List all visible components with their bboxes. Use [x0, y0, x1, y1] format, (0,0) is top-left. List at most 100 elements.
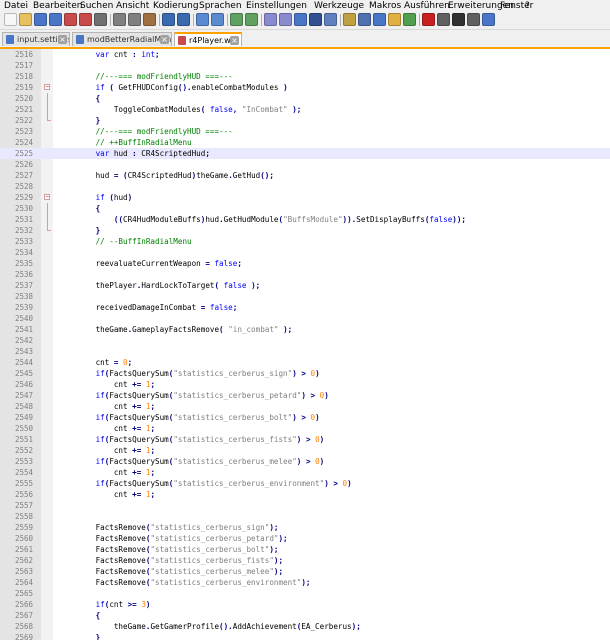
open-file-icon[interactable]	[19, 13, 32, 26]
run-macro-multiple-icon[interactable]	[467, 13, 480, 26]
save-icon[interactable]	[34, 13, 47, 26]
zoom-in-icon[interactable]	[230, 13, 243, 26]
code-line[interactable]: 2530 {	[0, 203, 610, 214]
code-line[interactable]: 2560 FactsRemove("statistics_cerberus_pe…	[0, 533, 610, 544]
redo-icon[interactable]	[177, 13, 190, 26]
code-line[interactable]: 2558	[0, 511, 610, 522]
code-line[interactable]: 2545 if(FactsQuerySum("statistics_cerber…	[0, 368, 610, 379]
code-line[interactable]: 2546 cnt += 1;	[0, 379, 610, 390]
folder-as-workspace-icon[interactable]	[388, 13, 401, 26]
code-line[interactable]: 2562 FactsRemove("statistics_cerberus_fi…	[0, 555, 610, 566]
code-line[interactable]: 2517	[0, 60, 610, 71]
doc-map-icon[interactable]	[358, 13, 371, 26]
play-macro-icon[interactable]	[452, 13, 465, 26]
stop-recording-icon[interactable]	[437, 13, 450, 26]
sync-horizontal-icon[interactable]	[279, 13, 292, 26]
fold-toggle-icon[interactable]: −	[44, 194, 50, 200]
paste-icon[interactable]	[143, 13, 156, 26]
function-list-icon[interactable]	[373, 13, 386, 26]
zoom-out-icon[interactable]	[245, 13, 258, 26]
code-line[interactable]: 2534	[0, 247, 610, 258]
menu-item[interactable]: Werkzeuge	[314, 0, 364, 12]
code-line[interactable]: 2536	[0, 269, 610, 280]
code-line[interactable]: 2553 if(FactsQuerySum("statistics_cerber…	[0, 456, 610, 467]
code-line[interactable]: 2531 ((CR4HudModuleBuffs)hud.GetHudModul…	[0, 214, 610, 225]
find-icon[interactable]	[196, 13, 209, 26]
tab-file[interactable]: modBetterRadialMenu.xml×	[72, 32, 172, 46]
close-icon[interactable]	[64, 13, 77, 26]
code-line[interactable]: 2532 }	[0, 225, 610, 236]
undo-icon[interactable]	[162, 13, 175, 26]
menu-item[interactable]: Sprachen	[199, 0, 242, 12]
code-line[interactable]: 2543	[0, 346, 610, 357]
code-line[interactable]: 2555 if(FactsQuerySum("statistics_cerber…	[0, 478, 610, 489]
code-line[interactable]: 2540	[0, 313, 610, 324]
code-line[interactable]: 2538	[0, 291, 610, 302]
user-language-icon[interactable]	[343, 13, 356, 26]
code-line[interactable]: 2521 ToggleCombatModules( false, "InComb…	[0, 104, 610, 115]
code-line[interactable]: 2525 var hud : CR4ScriptedHud;	[0, 148, 610, 159]
code-line[interactable]: 2548 cnt += 1;	[0, 401, 610, 412]
code-editor[interactable]: 2516 var cnt : int; 2517 2518 //---=== mod…	[0, 49, 610, 640]
code-line[interactable]: 2559 FactsRemove("statistics_cerberus_si…	[0, 522, 610, 533]
record-macro-icon[interactable]	[422, 13, 435, 26]
word-wrap-icon[interactable]	[294, 13, 307, 26]
code-line[interactable]: 2564 FactsRemove("statistics_cerberus_en…	[0, 577, 610, 588]
menu-item[interactable]: Bearbeiten	[33, 0, 82, 12]
code-line[interactable]: 2544 cnt = 0;	[0, 357, 610, 368]
menu-item[interactable]: Ansicht	[116, 0, 149, 12]
code-line[interactable]: 2542	[0, 335, 610, 346]
fold-toggle-icon[interactable]: −	[44, 84, 50, 90]
code-line[interactable]: 2563 FactsRemove("statistics_cerberus_me…	[0, 566, 610, 577]
code-line[interactable]: 2524 // ++BuffInRadialMenu	[0, 137, 610, 148]
save-macro-icon[interactable]	[482, 13, 495, 26]
sync-vertical-icon[interactable]	[264, 13, 277, 26]
code-line[interactable]: 2547 if(FactsQuerySum("statistics_cerber…	[0, 390, 610, 401]
code-line[interactable]: 2522 }	[0, 115, 610, 126]
code-line[interactable]: 2549 if(FactsQuerySum("statistics_cerber…	[0, 412, 610, 423]
menu-item[interactable]: Einstellungen	[246, 0, 307, 12]
code-line[interactable]: 2550 cnt += 1;	[0, 423, 610, 434]
menu-item[interactable]: Kodierung	[153, 0, 199, 12]
code-line[interactable]: 2539 receivedDamageInCombat = false;	[0, 302, 610, 313]
indent-guide-icon[interactable]	[324, 13, 337, 26]
print-icon[interactable]	[94, 13, 107, 26]
code-line[interactable]: 2535 reevaluateCurrentWeapon = false;	[0, 258, 610, 269]
code-line[interactable]: 2565	[0, 588, 610, 599]
close-all-icon[interactable]	[79, 13, 92, 26]
code-line[interactable]: 2557	[0, 500, 610, 511]
code-line[interactable]: 2554 cnt += 1;	[0, 467, 610, 478]
code-line[interactable]: 2516 var cnt : int;	[0, 49, 610, 60]
code-line[interactable]: 2529 − if (hud)	[0, 192, 610, 203]
code-line[interactable]: 2551 if(FactsQuerySum("statistics_cerber…	[0, 434, 610, 445]
menu-item[interactable]: Makros	[369, 0, 401, 12]
monitoring-icon[interactable]	[403, 13, 416, 26]
code-line[interactable]: 2556 cnt += 1;	[0, 489, 610, 500]
tab-file[interactable]: r4Player.ws ×	[174, 32, 242, 46]
code-line[interactable]: 2552 cnt += 1;	[0, 445, 610, 456]
copy-icon[interactable]	[128, 13, 141, 26]
code-line[interactable]: 2569 }	[0, 632, 610, 640]
code-line[interactable]: 2537 thePlayer.HardLockToTarget( false )…	[0, 280, 610, 291]
code-line[interactable]: 2528	[0, 181, 610, 192]
code-line[interactable]: 2518 //---=== modFriendlyHUD ===---	[0, 71, 610, 82]
menu-item[interactable]: ?	[525, 0, 530, 12]
cut-icon[interactable]	[113, 13, 126, 26]
save-all-icon[interactable]	[49, 13, 62, 26]
code-line[interactable]: 2527 hud = (CR4ScriptedHud)theGame.GetHu…	[0, 170, 610, 181]
code-line[interactable]: 2568 theGame.GetGamerProfile().AddAchiev…	[0, 621, 610, 632]
code-line[interactable]: 2526	[0, 159, 610, 170]
code-line[interactable]: 2566 if(cnt >= 3)	[0, 599, 610, 610]
code-line[interactable]: 2519 − if ( GetFHUDConfig().enableCombatM…	[0, 82, 610, 93]
code-line[interactable]: 2520 {	[0, 93, 610, 104]
code-line[interactable]: 2541 theGame.GameplayFactsRemove( "in_co…	[0, 324, 610, 335]
code-line[interactable]: 2533 // --BuffInRadialMenu	[0, 236, 610, 247]
code-line[interactable]: 2567 {	[0, 610, 610, 621]
code-line[interactable]: 2523 //---=== modFriendlyHUD ===---	[0, 126, 610, 137]
close-tab-icon[interactable]: ×	[58, 35, 67, 44]
close-tab-icon[interactable]: ×	[230, 36, 239, 45]
replace-icon[interactable]	[211, 13, 224, 26]
menu-item[interactable]: Suchen	[80, 0, 113, 12]
tab-file[interactable]: input.settings ×	[2, 32, 70, 46]
code-line[interactable]: 2561 FactsRemove("statistics_cerberus_bo…	[0, 544, 610, 555]
